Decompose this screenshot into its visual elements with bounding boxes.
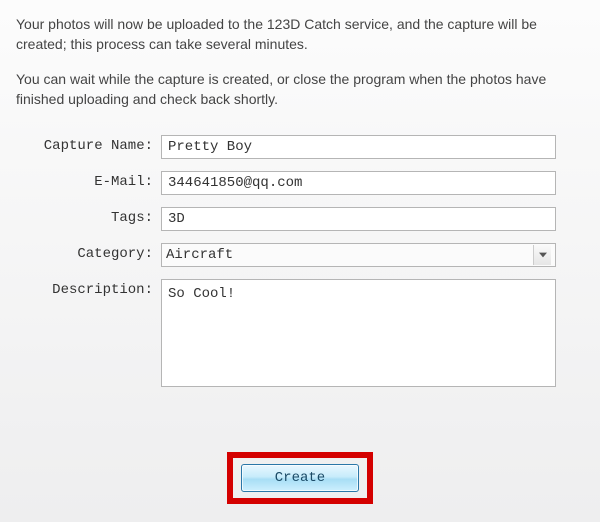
upload-dialog: Your photos will now be uploaded to the … [0, 0, 600, 522]
button-row: Create [0, 452, 600, 504]
row-category: Category: Aircraft [16, 243, 584, 267]
label-category: Category: [16, 243, 161, 262]
description-textarea[interactable] [161, 279, 556, 387]
category-select[interactable]: Aircraft [161, 243, 556, 267]
row-capture-name: Capture Name: [16, 135, 584, 159]
create-button[interactable]: Create [241, 464, 359, 492]
label-description: Description: [16, 279, 161, 298]
category-selected-value: Aircraft [166, 247, 233, 263]
label-capture-name: Capture Name: [16, 135, 161, 154]
row-tags: Tags: [16, 207, 584, 231]
capture-form: Capture Name: E-Mail: Tags: Category: Ai… [16, 135, 584, 387]
row-description: Description: [16, 279, 584, 387]
tags-input[interactable] [161, 207, 556, 231]
capture-name-input[interactable] [161, 135, 556, 159]
row-email: E-Mail: [16, 171, 584, 195]
label-tags: Tags: [16, 207, 161, 226]
info-paragraph-1: Your photos will now be uploaded to the … [16, 14, 584, 55]
info-paragraph-2: You can wait while the capture is create… [16, 69, 584, 110]
chevron-down-icon [533, 245, 551, 265]
label-email: E-Mail: [16, 171, 161, 190]
create-highlight-box: Create [227, 452, 373, 504]
email-input[interactable] [161, 171, 556, 195]
